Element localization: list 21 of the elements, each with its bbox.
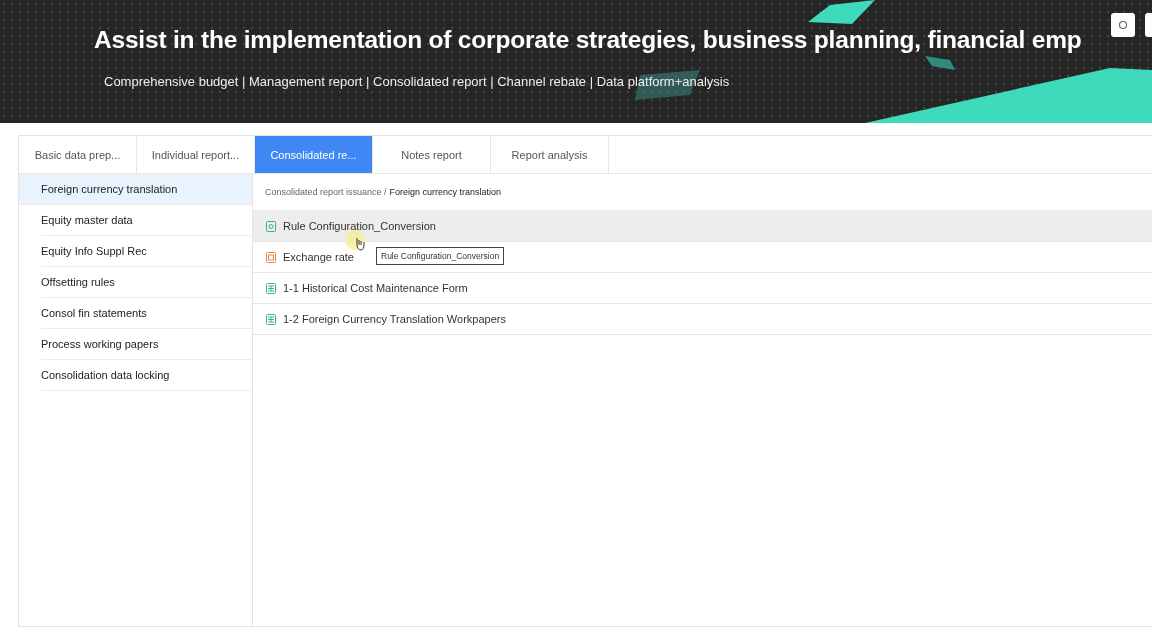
file-row[interactable]: Rule Configuration_Conversion (253, 211, 1152, 242)
sidebar-item[interactable]: Process working papers (41, 329, 252, 360)
sidebar-item[interactable]: Consol fin statements (41, 298, 252, 329)
circle-icon (1118, 20, 1128, 30)
tab[interactable]: Consolidated re... (255, 136, 373, 173)
spreadsheet-icon (266, 282, 276, 294)
banner-subtitle: Comprehensive budget | Management report | Consolidated report | Channel rebate | Data platform+analysis (104, 74, 731, 89)
document-icon (266, 220, 276, 232)
calendar-icon (266, 251, 276, 263)
sidebar-item[interactable]: Consolidation data locking (41, 360, 252, 391)
banner-title: Assist in the implementation of corporate strategies, business planning, financial emp (94, 26, 1082, 54)
sidebar-item[interactable]: Offsetting rules (41, 267, 252, 298)
sidebar-item[interactable]: Foreign currency translation (19, 174, 252, 205)
banner-shape (808, 0, 875, 24)
sidebar-item[interactable]: Equity master data (41, 205, 252, 236)
breadcrumb-link[interactable]: Consolidated report issuance / (265, 187, 387, 197)
breadcrumb-current: Foreign currency translation (389, 187, 502, 197)
tooltip: Rule Configuration_Conversion (376, 247, 505, 265)
sidebar-item[interactable]: Equity Info Suppl Rec (41, 236, 252, 267)
spreadsheet-icon (266, 313, 276, 325)
toolbar-button[interactable] (1111, 13, 1135, 37)
